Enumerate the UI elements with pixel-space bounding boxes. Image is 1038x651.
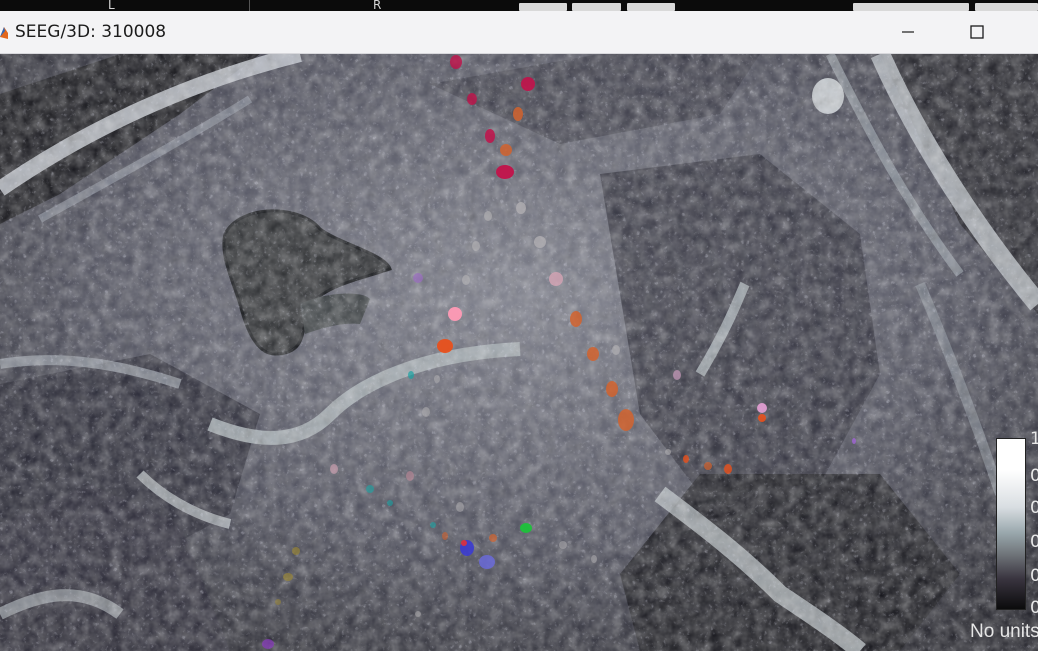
strip-button-4[interactable] xyxy=(853,3,969,11)
minimize-icon xyxy=(902,31,914,33)
window-title: SEEG/3D: 310008 xyxy=(15,22,167,42)
minimize-button[interactable] xyxy=(881,11,935,53)
colorbar xyxy=(996,438,1026,610)
strip-button-5[interactable] xyxy=(975,3,1038,11)
colorbar-tick-label: 0 xyxy=(1030,498,1038,518)
colorbar-units-label: No units xyxy=(970,621,1038,642)
background-window-strip: L R xyxy=(0,0,1038,11)
maximize-button[interactable] xyxy=(950,11,1004,53)
orientation-label-right: R xyxy=(373,0,382,11)
colorbar-tick-label: 0 xyxy=(1030,466,1038,486)
strip-button-3[interactable] xyxy=(627,3,675,11)
orientation-label-left: L xyxy=(108,0,115,11)
colorbar-tick-label: 1 xyxy=(1030,429,1038,449)
colorbar-tick-label: 0 xyxy=(1030,532,1038,552)
strip-button-2[interactable] xyxy=(572,3,621,11)
window-titlebar: SEEG/3D: 310008 xyxy=(0,11,1038,54)
colorbar-tick-label: 0 xyxy=(1030,598,1038,618)
matlab-app-icon xyxy=(0,23,8,41)
strip-button-1[interactable] xyxy=(519,3,567,11)
mri-volume-render xyxy=(0,54,1038,651)
strip-divider xyxy=(249,0,250,11)
brain-3d-viewport[interactable]: 1 0 0 0 0 0 xyxy=(0,54,1038,651)
colorbar-tick-label: 0 xyxy=(1030,566,1038,586)
maximize-icon xyxy=(970,25,984,39)
